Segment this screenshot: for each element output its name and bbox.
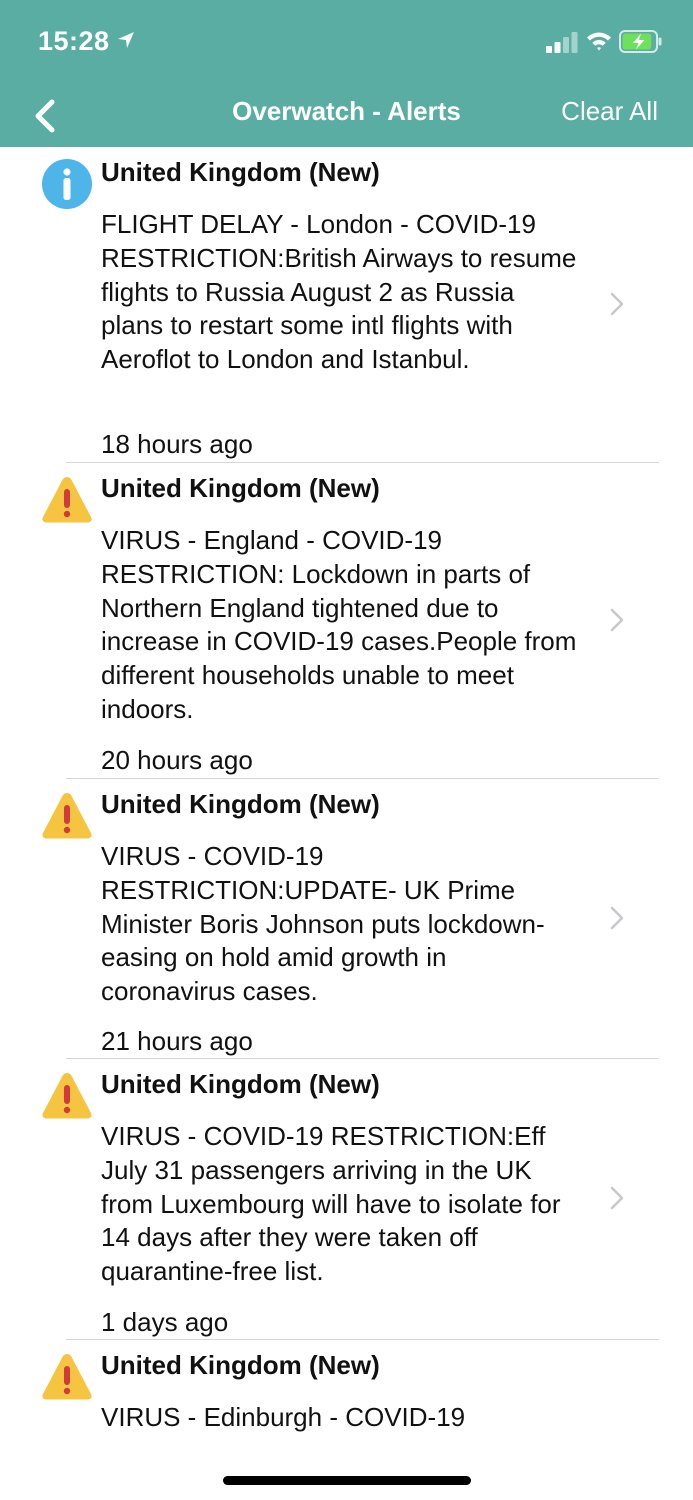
alert-body: VIRUS - Edinburgh - COVID-19 RESTRICTION… <box>101 1402 466 1441</box>
alert-row[interactable]: United Kingdom (New) FLIGHT DELAY - Londo… <box>0 147 693 463</box>
cellular-signal-icon <box>546 32 578 53</box>
alert-row[interactable]: United Kingdom (New) VIRUS - England - CO… <box>0 463 693 779</box>
warning-icon <box>40 1069 94 1123</box>
signal-bar-3 <box>563 37 569 53</box>
clear-all-button[interactable]: Clear All <box>561 96 658 127</box>
alert-body: FLIGHT DELAY - London - COVID-19 RESTRIC… <box>101 209 577 375</box>
chevron-right-icon <box>608 290 626 318</box>
alert-body: VIRUS - COVID-19 RESTRICTION:UPDATE- UK … <box>101 841 545 1007</box>
chevron-right-icon <box>608 904 626 932</box>
alert-title: United Kingdom (New) <box>101 157 380 187</box>
status-time: 15:28 <box>38 26 110 56</box>
status-bar: 15:28 <box>0 0 693 84</box>
alert-body: VIRUS - COVID-19 RESTRICTION:Eff July 31… <box>101 1121 561 1287</box>
warning-icon <box>40 1350 94 1404</box>
alert-title: United Kingdom (New) <box>101 1350 380 1380</box>
signal-bar-2 <box>554 42 561 53</box>
alert-title: United Kingdom (New) <box>101 1069 380 1099</box>
alert-title: United Kingdom (New) <box>101 473 380 503</box>
wifi-icon <box>587 32 611 51</box>
alert-timestamp: 18 hours ago <box>101 429 253 459</box>
battery-charging-icon <box>619 30 662 53</box>
navigation-bar: Overwatch - Alerts Clear All <box>0 84 693 147</box>
location-arrow-icon <box>118 32 134 48</box>
alerts-list: United Kingdom (New) FLIGHT DELAY - Londo… <box>0 147 693 1441</box>
alert-timestamp: 20 hours ago <box>101 745 253 775</box>
home-indicator <box>223 1476 471 1485</box>
info-icon <box>40 157 94 211</box>
alert-row[interactable]: United Kingdom (New) VIRUS - COVID-19 RES… <box>0 779 693 1059</box>
signal-bar-4 <box>571 32 578 53</box>
alert-title: United Kingdom (New) <box>101 789 380 819</box>
chevron-right-icon <box>608 1184 626 1212</box>
alert-timestamp: 21 hours ago <box>101 1026 253 1056</box>
alert-body: VIRUS - England - COVID-19 RESTRICTION: … <box>101 525 577 724</box>
alert-row[interactable]: United Kingdom (New) VIRUS - Edinburgh - … <box>0 1340 693 1441</box>
warning-icon <box>40 789 94 843</box>
signal-bar-1 <box>546 46 552 53</box>
warning-icon <box>40 473 94 527</box>
alert-timestamp: 1 days ago <box>101 1307 229 1337</box>
chevron-right-icon <box>608 606 626 634</box>
alert-row[interactable]: United Kingdom (New) VIRUS - COVID-19 RES… <box>0 1059 693 1340</box>
